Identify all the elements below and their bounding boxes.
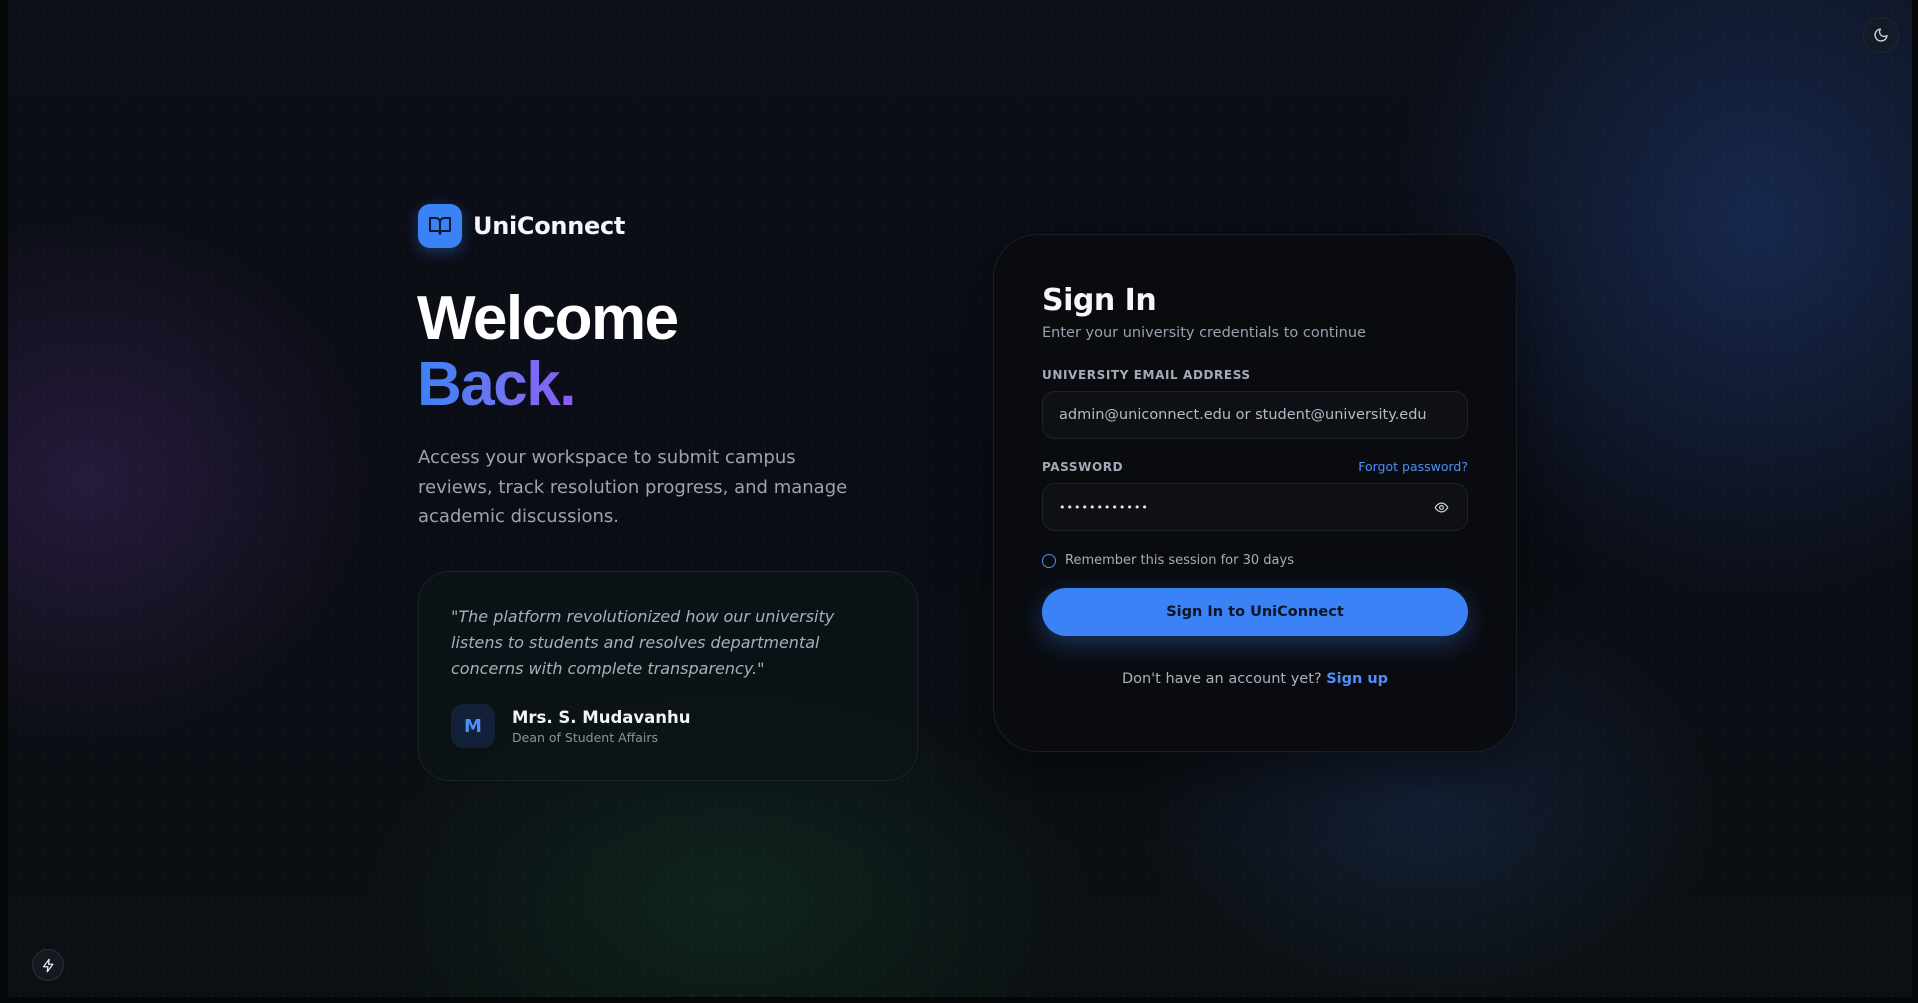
email-field[interactable] xyxy=(1059,407,1451,423)
email-field-wrapper xyxy=(1042,391,1468,439)
password-label: Password xyxy=(1042,459,1124,474)
theme-toggle-button[interactable] xyxy=(1863,17,1899,53)
forgot-password-link[interactable]: Forgot password? xyxy=(1358,459,1468,474)
hero-title: Welcome Back. xyxy=(417,284,679,419)
brand: UniConnect xyxy=(418,204,625,248)
author-name: Mrs. S. Mudavanhu xyxy=(512,707,691,727)
brand-name: UniConnect xyxy=(473,212,626,240)
signup-row: Don't have an account yet? Sign up xyxy=(1042,671,1468,687)
book-open-icon xyxy=(429,217,451,235)
author-role: Dean of Student Affairs xyxy=(512,729,659,745)
testimonial-quote: "The platform revolutionized how our uni… xyxy=(451,607,835,678)
bolt-icon xyxy=(42,958,53,972)
remember-label: Remember this session for 30 days xyxy=(1065,553,1294,568)
quick-action-button[interactable] xyxy=(32,949,64,981)
password-field[interactable]: •••••••••••• xyxy=(1042,483,1468,531)
remember-row: Remember this session for 30 days xyxy=(1042,553,1468,568)
password-value: •••••••••••• xyxy=(1059,500,1149,514)
toggle-password-visibility[interactable] xyxy=(1431,497,1451,517)
eye-icon xyxy=(1434,502,1448,512)
moon-icon xyxy=(1874,28,1888,42)
email-label: University Email Address xyxy=(1042,368,1251,382)
password-label-row: Password Forgot password? xyxy=(1042,459,1468,474)
testimonial-card: "The platform revolutionized how our uni… xyxy=(418,571,918,781)
signup-link[interactable]: Sign up xyxy=(1326,671,1388,687)
hero-title-line1: Welcome xyxy=(417,284,679,353)
signin-title: Sign In xyxy=(1042,283,1157,318)
brand-logo xyxy=(418,204,462,248)
password-group: Password Forgot password? •••••••••••• xyxy=(1042,459,1468,531)
signin-button[interactable]: Sign In to UniConnect xyxy=(1042,588,1468,636)
hero-description: Access your workspace to submit campus r… xyxy=(418,447,848,527)
remember-checkbox[interactable] xyxy=(1042,553,1056,568)
hero-title-line2: Back. xyxy=(417,350,576,419)
login-page: UniConnect Welcome Back. Access your wor… xyxy=(0,0,1918,1003)
signin-card: Sign In Enter your university credential… xyxy=(993,234,1517,752)
testimonial-author: M Mrs. S. Mudavanhu Dean of Student Affa… xyxy=(451,704,885,748)
signin-subtitle: Enter your university credentials to con… xyxy=(1042,325,1366,341)
email-group: University Email Address xyxy=(1042,368,1468,439)
avatar: M xyxy=(451,704,495,748)
author-meta: Mrs. S. Mudavanhu Dean of Student Affair… xyxy=(512,708,691,745)
signup-prompt: Don't have an account yet? xyxy=(1121,671,1322,687)
background-pattern xyxy=(8,0,1912,997)
